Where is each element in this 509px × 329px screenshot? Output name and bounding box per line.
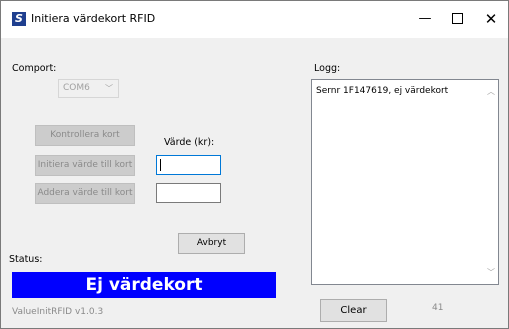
varde-input[interactable] [156, 155, 221, 175]
log-textbox[interactable]: Sernr 1F147619, ej värdekort ︿ ﹀ [311, 79, 499, 285]
comport-select[interactable]: COM6 ﹀ [58, 79, 119, 98]
avbryt-button[interactable]: Avbryt [178, 233, 245, 254]
status-display: Ej värdekort [12, 272, 276, 298]
counter-value: 41 [432, 303, 444, 313]
log-line: Sernr 1F147619, ej värdekort [316, 86, 449, 96]
window-title: Initiera värdekort RFID [31, 12, 156, 25]
app-icon: S [12, 12, 26, 26]
version-label: ValueInitRFID v1.0.3 [12, 307, 104, 317]
clear-button[interactable]: Clear [320, 299, 387, 322]
maximize-icon [451, 13, 463, 24]
comport-label: Comport: [12, 63, 57, 74]
initiera-varde-button[interactable]: Initiera värde till kort [35, 155, 135, 176]
close-button[interactable]: ✕ [479, 9, 503, 29]
logg-label: Logg: [314, 63, 341, 74]
scroll-up-icon[interactable]: ︿ [487, 86, 495, 97]
title-bar[interactable]: S Initiera värdekort RFID — ✕ [1, 1, 508, 38]
maximize-button[interactable] [442, 9, 472, 29]
varde-label: Värde (kr): [164, 137, 215, 148]
addera-varde-input[interactable] [156, 183, 221, 203]
comport-value: COM6 [63, 83, 90, 93]
chevron-down-icon: ﹀ [105, 84, 113, 93]
log-scrollbar[interactable]: ︿ ﹀ [481, 80, 498, 284]
main-window: S Initiera värdekort RFID — ✕ Comport: C… [0, 0, 509, 329]
addera-varde-button[interactable]: Addera värde till kort [35, 183, 135, 204]
minimize-button[interactable]: — [411, 9, 439, 29]
text-caret [160, 159, 161, 171]
kontrollera-kort-button[interactable]: Kontrollera kort [35, 125, 135, 146]
status-label: Status: [9, 254, 43, 265]
scroll-down-icon[interactable]: ﹀ [487, 267, 495, 278]
